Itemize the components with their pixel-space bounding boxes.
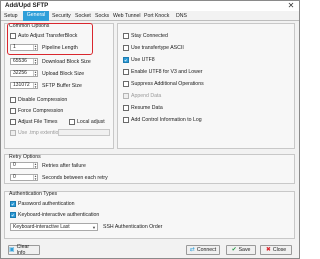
checkbox-box[interactable] (123, 117, 129, 123)
tab-socket[interactable]: Socket (75, 12, 91, 21)
retry-seconds-label: Seconds between each retry (42, 175, 108, 181)
use-tmp-extention-checkbox[interactable]: Use .tmp extention (10, 130, 61, 136)
checkbox-box[interactable] (123, 33, 129, 39)
checkbox-label: Stay Connected (131, 33, 168, 39)
checkbox-checked-icon[interactable] (10, 201, 16, 207)
tab-general[interactable]: General (23, 11, 49, 21)
download-block-size-label: Download Block Size (42, 59, 91, 65)
chevron-down-icon[interactable]: ▼ (92, 225, 96, 231)
button-label: Close (272, 247, 287, 253)
spinner-arrows-icon[interactable]: ▲ ▼ (33, 59, 37, 64)
adjust-file-times-checkbox[interactable]: Adjust File Times (10, 119, 58, 125)
info-icon: ▣ (9, 247, 15, 253)
select-value: Keyboard-interactive Last (13, 224, 70, 230)
close-button[interactable]: ✖ Close (260, 245, 292, 255)
sftp-dialog-window: Add/Upd SFTP ✕ Setup General Security So… (0, 0, 300, 259)
checkbox-box[interactable] (10, 108, 16, 114)
clear-info-button[interactable]: ▣ Clear Info (8, 244, 40, 256)
checkbox-label: Enable UTF8 for V3 and Lower (131, 69, 203, 75)
input-value: 32256 (13, 70, 27, 76)
tab-socks[interactable]: Socks (95, 12, 109, 21)
tab-dns[interactable]: DNS (176, 12, 187, 21)
enable-utf8-v3-checkbox[interactable]: Enable UTF8 for V3 and Lower (123, 69, 203, 75)
checkbox-label: Resume Data (131, 105, 163, 111)
tab-security[interactable]: Security (52, 12, 71, 21)
checkbox-box[interactable] (123, 81, 129, 87)
retry-options-title: Retry Options (9, 154, 41, 160)
checkbox-label: Force Compression (18, 108, 64, 114)
title-bar: Add/Upd SFTP ✕ (1, 1, 299, 11)
spinner-arrows-icon[interactable]: ▲ ▼ (33, 163, 37, 168)
checkbox-label: Use .tmp extention (18, 130, 62, 136)
connect-icon: ⇄ (189, 247, 195, 253)
connect-button[interactable]: ⇄ Connect (186, 245, 220, 255)
checkbox-checked-icon[interactable] (123, 57, 129, 63)
sftp-buffer-size-input[interactable]: 131072 ▲ ▼ (10, 82, 38, 89)
append-data-checkbox[interactable]: Append Data (123, 93, 161, 99)
suppress-additional-operations-checkbox[interactable]: Suppress Additional Operations (123, 81, 204, 87)
input-value: 0 (13, 162, 16, 168)
window-title: Add/Upd SFTP (5, 2, 49, 9)
retries-input[interactable]: 0 ▲ ▼ (10, 162, 38, 169)
checkbox-label: Use transfertype ASCII (131, 45, 184, 51)
checkbox-checked-icon[interactable] (10, 212, 16, 218)
button-label: Connect (196, 247, 217, 253)
upload-block-size-input[interactable]: 32256 ▲ ▼ (10, 70, 38, 77)
tab-web-tunnel[interactable]: Web Tunnel (113, 12, 141, 21)
input-value: 65536 (13, 58, 27, 64)
tab-bar: Setup General Security Socket Socks Web … (1, 11, 299, 21)
checkbox-box[interactable] (123, 69, 129, 75)
checkbox-label: Password authentication (18, 201, 75, 207)
download-block-size-input[interactable]: 65536 ▲ ▼ (10, 58, 38, 65)
spinner-arrows-icon[interactable]: ▲ ▼ (33, 71, 37, 76)
add-control-information-checkbox[interactable]: Add Control Information to Log (123, 117, 202, 123)
tab-port-knock[interactable]: Port Knock (144, 12, 169, 21)
check-icon: ✔ (231, 247, 237, 253)
authentication-types-title: Authentication Types (9, 191, 58, 197)
checkbox-box[interactable] (69, 119, 75, 125)
close-window-icon[interactable]: ✕ (285, 1, 297, 11)
checkbox-box[interactable] (10, 97, 16, 103)
checkbox-label: Use UTF8 (131, 57, 155, 63)
button-label: Save (238, 247, 251, 253)
retries-label: Retries after failure (42, 163, 86, 169)
checkbox-box[interactable] (123, 45, 129, 51)
stay-connected-checkbox[interactable]: Stay Connected (123, 33, 168, 39)
checkbox-label: Keyboard-interactive authentication (18, 212, 100, 218)
ssh-authentication-order-select[interactable]: Keyboard-interactive Last ▼ (10, 223, 98, 231)
save-button[interactable]: ✔ Save (226, 245, 256, 255)
resume-data-checkbox[interactable]: Resume Data (123, 105, 163, 111)
retry-seconds-input[interactable]: 0 ▲ ▼ (10, 174, 38, 181)
disable-compression-checkbox[interactable]: Disable Compression (10, 97, 67, 103)
upload-block-size-label: Upload Block Size (42, 71, 85, 77)
use-transfertype-ascii-checkbox[interactable]: Use transfertype ASCII (123, 45, 184, 51)
checkbox-label: Disable Compression (18, 97, 68, 103)
tmp-extention-input[interactable] (58, 129, 110, 136)
close-icon: ✖ (265, 247, 271, 253)
ssh-authentication-order-label: SSH Authentication Order (103, 224, 163, 230)
use-utf8-checkbox[interactable]: Use UTF8 (123, 57, 155, 63)
checkbox-label: Add Control Information to Log (131, 117, 202, 123)
checkbox-box[interactable] (10, 119, 16, 125)
checkbox-label: Adjust File Times (18, 119, 58, 125)
sftp-buffer-size-label: SFTP Buffer Size (42, 83, 82, 89)
input-value: 0 (13, 174, 16, 180)
tab-setup[interactable]: Setup (4, 12, 18, 21)
force-compression-checkbox[interactable]: Force Compression (10, 108, 63, 114)
checkbox-box[interactable] (123, 93, 129, 99)
keyboard-interactive-checkbox[interactable]: Keyboard-interactive authentication (10, 212, 99, 218)
input-value: 131072 (13, 82, 30, 88)
checkbox-label: Append Data (131, 93, 162, 99)
checkbox-box[interactable] (123, 105, 129, 111)
checkbox-label: Local adjust (77, 119, 105, 125)
checkbox-box[interactable] (10, 130, 16, 136)
highlight-box (7, 23, 93, 55)
spinner-arrows-icon[interactable]: ▲ ▼ (33, 83, 37, 88)
password-authentication-checkbox[interactable]: Password authentication (10, 201, 75, 207)
local-adjust-checkbox[interactable]: Local adjust (69, 119, 105, 125)
spinner-arrows-icon[interactable]: ▲ ▼ (33, 175, 37, 180)
checkbox-label: Suppress Additional Operations (131, 81, 204, 87)
button-label: Clear Info (16, 244, 30, 256)
